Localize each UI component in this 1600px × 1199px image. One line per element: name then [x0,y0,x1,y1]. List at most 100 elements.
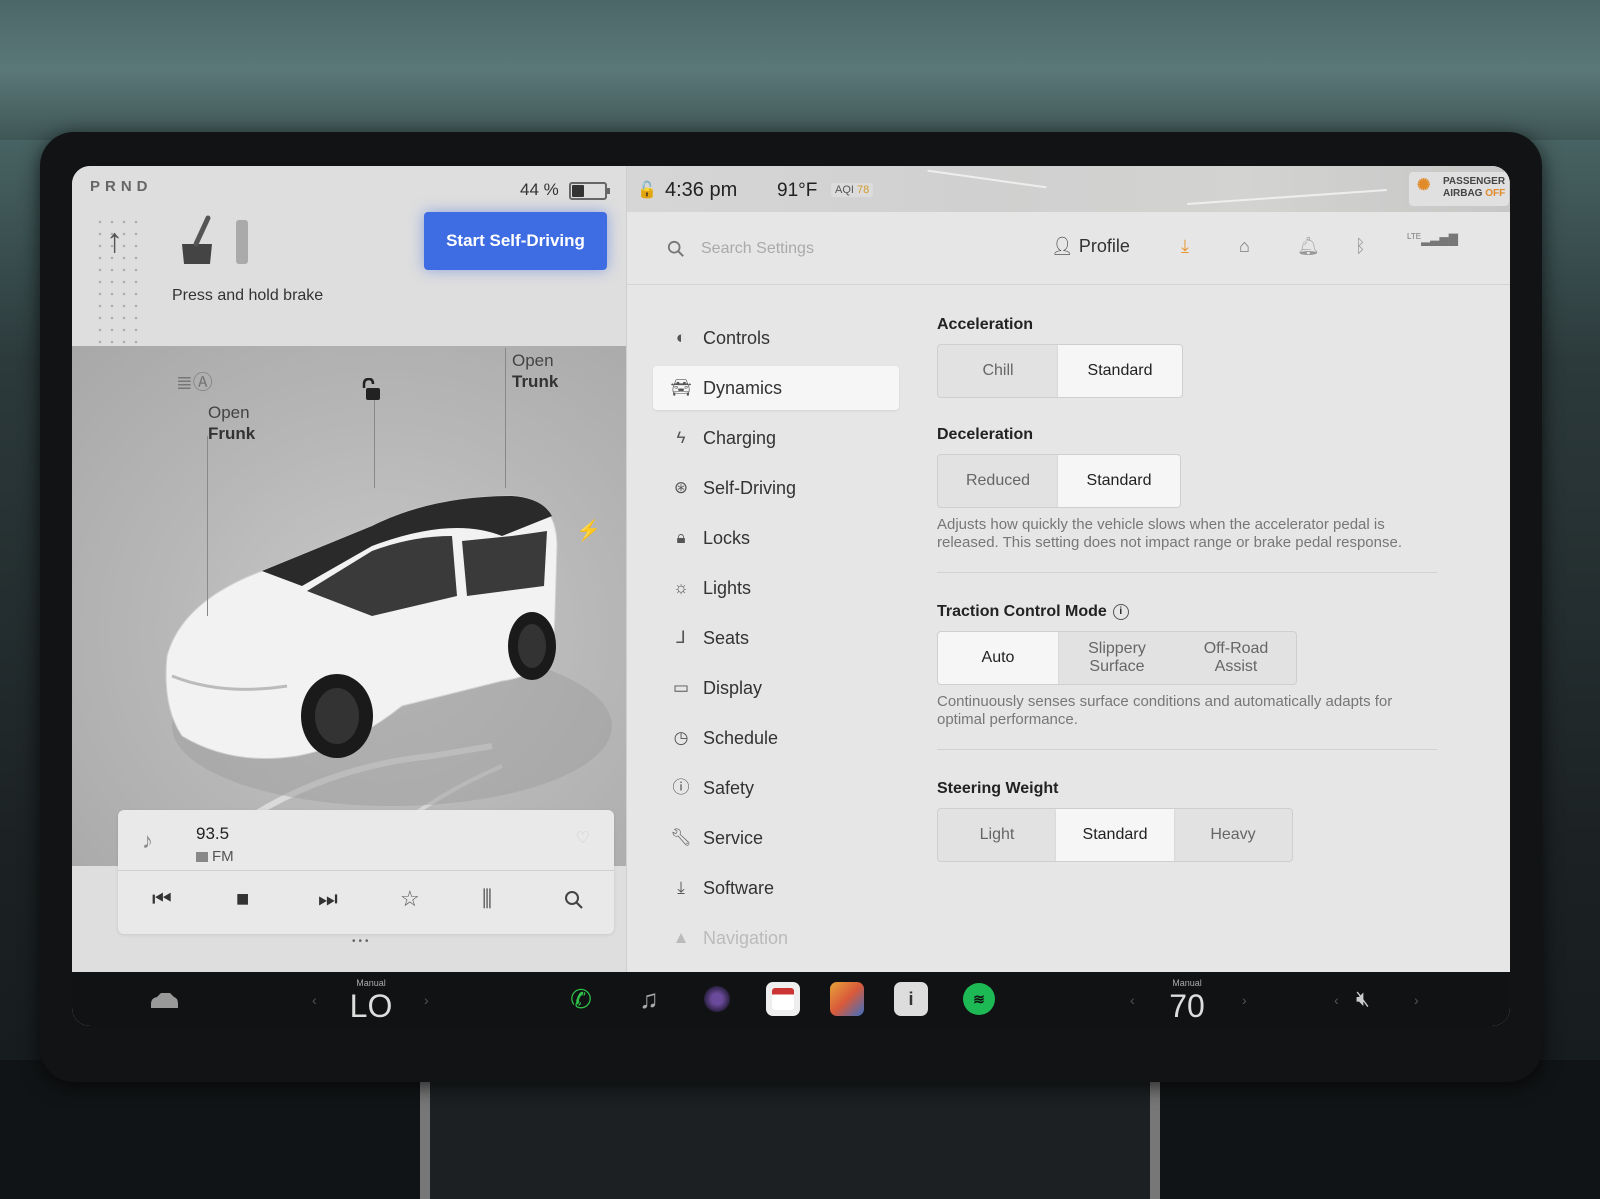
profile-button[interactable]: 👤︎ Profile [1051,236,1130,257]
chevron-left-icon[interactable]: ‹ [312,992,317,1008]
nav-software[interactable]: ⤓ Software [653,866,899,910]
bluetooth-icon[interactable]: ᛒ [1355,236,1366,257]
lock-status-icon[interactable]: 🔓 [637,180,657,200]
nav-safety[interactable]: ⓘ Safety [653,766,899,810]
deceleration-standard[interactable]: Standard [1058,455,1180,507]
radio-icon [196,852,208,863]
chevron-right-icon[interactable]: › [1242,992,1247,1008]
alert-icon: ⓘ [672,778,690,797]
mute-icon[interactable]: 🔇︎ [1356,986,1370,1012]
traction-auto[interactable]: Auto [938,632,1058,684]
nav-navigation[interactable]: ▲ Navigation [653,916,899,960]
clock-icon: ◷ [673,728,689,747]
music-icon[interactable]: ♫ [632,982,666,1016]
manual-icon[interactable]: i [894,982,928,1016]
deceleration-selector: Reduced Standard [937,454,1181,508]
start-self-driving-button[interactable]: Start Self-Driving [424,212,607,270]
car-illustration [165,495,612,848]
lock-pointer-line [374,398,375,488]
mount-post-right [1150,1070,1160,1199]
search-settings-input[interactable] [699,232,1023,266]
gear-selector[interactable]: PRND [90,178,153,195]
passenger-temperature[interactable]: Manual 70 [1162,978,1212,1025]
steering-heavy[interactable]: Heavy [1174,809,1292,861]
accelerator-pedal-icon [236,220,248,264]
toybox-icon[interactable] [830,982,864,1016]
media-now-playing[interactable]: ♪ 93.5 FM ♡ [118,810,614,871]
chevron-left-icon[interactable]: ‹ [1130,992,1135,1008]
nav-label: Controls [703,328,771,348]
phone-icon[interactable]: ✆ [564,982,598,1016]
chevron-right-icon[interactable]: › [1414,992,1419,1008]
traction-description: Continuously senses surface conditions a… [937,693,1393,728]
nav-service[interactable]: 🔧︎ Service [653,816,899,860]
aqi-badge: AQI 78 [831,183,874,197]
airbag-line1: PASSENGER [1443,176,1506,187]
previous-icon[interactable]: ⏮ [152,886,172,912]
dashboard-top [0,0,1600,140]
steering-selector: Light Standard Heavy [937,808,1293,862]
open-frunk-button[interactable]: Open Frunk [208,402,255,444]
brake-pedal-icon [182,215,212,264]
dynamics-settings: Acceleration Chill Standard Deceleration… [937,316,1437,862]
car-icon: 🚘︎ [670,378,692,397]
music-note-icon: ♪ [142,828,153,853]
chevron-left-icon[interactable]: ‹ [1334,992,1339,1008]
equalizer-icon[interactable]: ⫼ [482,886,492,912]
favorite-dim-icon: ♡ [575,830,590,847]
next-icon[interactable]: ⏭ [318,886,338,912]
settings-nav: ◐ Controls 🚘︎ Dynamics ϟ Charging ⊛ Self-Dri… [653,316,899,966]
seat-icon: ⅃ [676,628,686,647]
acceleration-chill[interactable]: Chill [938,345,1058,397]
garage-icon[interactable]: ⌂ [1239,236,1250,257]
deceleration-section: Deceleration Reduced Standard Adjusts ho… [937,426,1437,552]
nav-locks[interactable]: 🔒︎ Locks [653,516,899,560]
deceleration-description: Adjusts how quickly the vehicle slows wh… [937,516,1402,551]
station-band: FM [196,848,234,865]
headlight-icon[interactable]: ≣Ⓐ [176,366,213,395]
nav-charging[interactable]: ϟ Charging [653,416,899,460]
nav-lights[interactable]: ☼ Lights [653,566,899,610]
settings-panel: 🔓 4:36 pm 91°F AQI 78 ✺ PASSENGER AIRBAG… [626,166,1510,972]
nav-self-driving[interactable]: ⊛ Self-Driving [653,466,899,510]
media-player: ♪ 93.5 FM ♡ ⏮ ■ ⏭ ☆ ⫼ [118,810,614,934]
nav-schedule[interactable]: ◷ Schedule [653,716,899,760]
nav-label: Lights [703,578,752,598]
acceleration-selector: Chill Standard [937,344,1183,398]
nav-label: Self-Driving [703,478,797,498]
band-label: FM [212,848,234,865]
stop-icon[interactable]: ■ [236,886,249,912]
deceleration-reduced[interactable]: Reduced [938,455,1058,507]
nav-dynamics[interactable]: 🚘︎ Dynamics [653,366,899,410]
traction-slippery[interactable]: Slippery Surface [1058,632,1176,684]
steering-standard[interactable]: Standard [1056,809,1174,861]
chevron-right-icon[interactable]: › [424,992,429,1008]
traction-selector: Auto Slippery Surface Off-Road Assist [937,631,1297,685]
camera-icon[interactable] [700,982,734,1016]
vehicle-panel: PRND ↑ ↓ 44 % Press and hold brake Start… [72,166,638,972]
star-icon[interactable]: ☆ [400,886,420,912]
driver-temperature[interactable]: Manual LO [346,978,396,1025]
nav-label: Locks [703,528,751,548]
map-road [1187,189,1387,205]
nav-label: Navigation [703,928,789,948]
open-trunk-button[interactable]: Open Trunk [512,350,558,392]
search-icon[interactable] [564,890,584,910]
calendar-icon[interactable] [766,982,800,1016]
charge-port-icon[interactable]: ⚡ [576,518,601,543]
traction-off-road[interactable]: Off-Road Assist [1176,632,1296,684]
temperature: 91°F [777,180,818,201]
unlock-icon[interactable] [361,378,383,402]
nav-seats[interactable]: ⅃ Seats [653,616,899,660]
acceleration-standard[interactable]: Standard [1058,345,1182,397]
download-update-icon[interactable]: ⤓ [1181,236,1189,257]
nav-display[interactable]: ▭ Display [653,666,899,710]
bell-icon[interactable]: 🔔︎ [1297,236,1320,257]
spotify-icon[interactable]: ≋ [962,982,996,1016]
nav-controls[interactable]: ◐ Controls [653,316,899,360]
car-icon[interactable] [148,992,180,1010]
bolt-icon: ϟ [676,428,686,447]
trunk-label-target: Trunk [512,372,559,391]
steering-light[interactable]: Light [938,809,1056,861]
info-icon[interactable]: i [1112,603,1129,620]
